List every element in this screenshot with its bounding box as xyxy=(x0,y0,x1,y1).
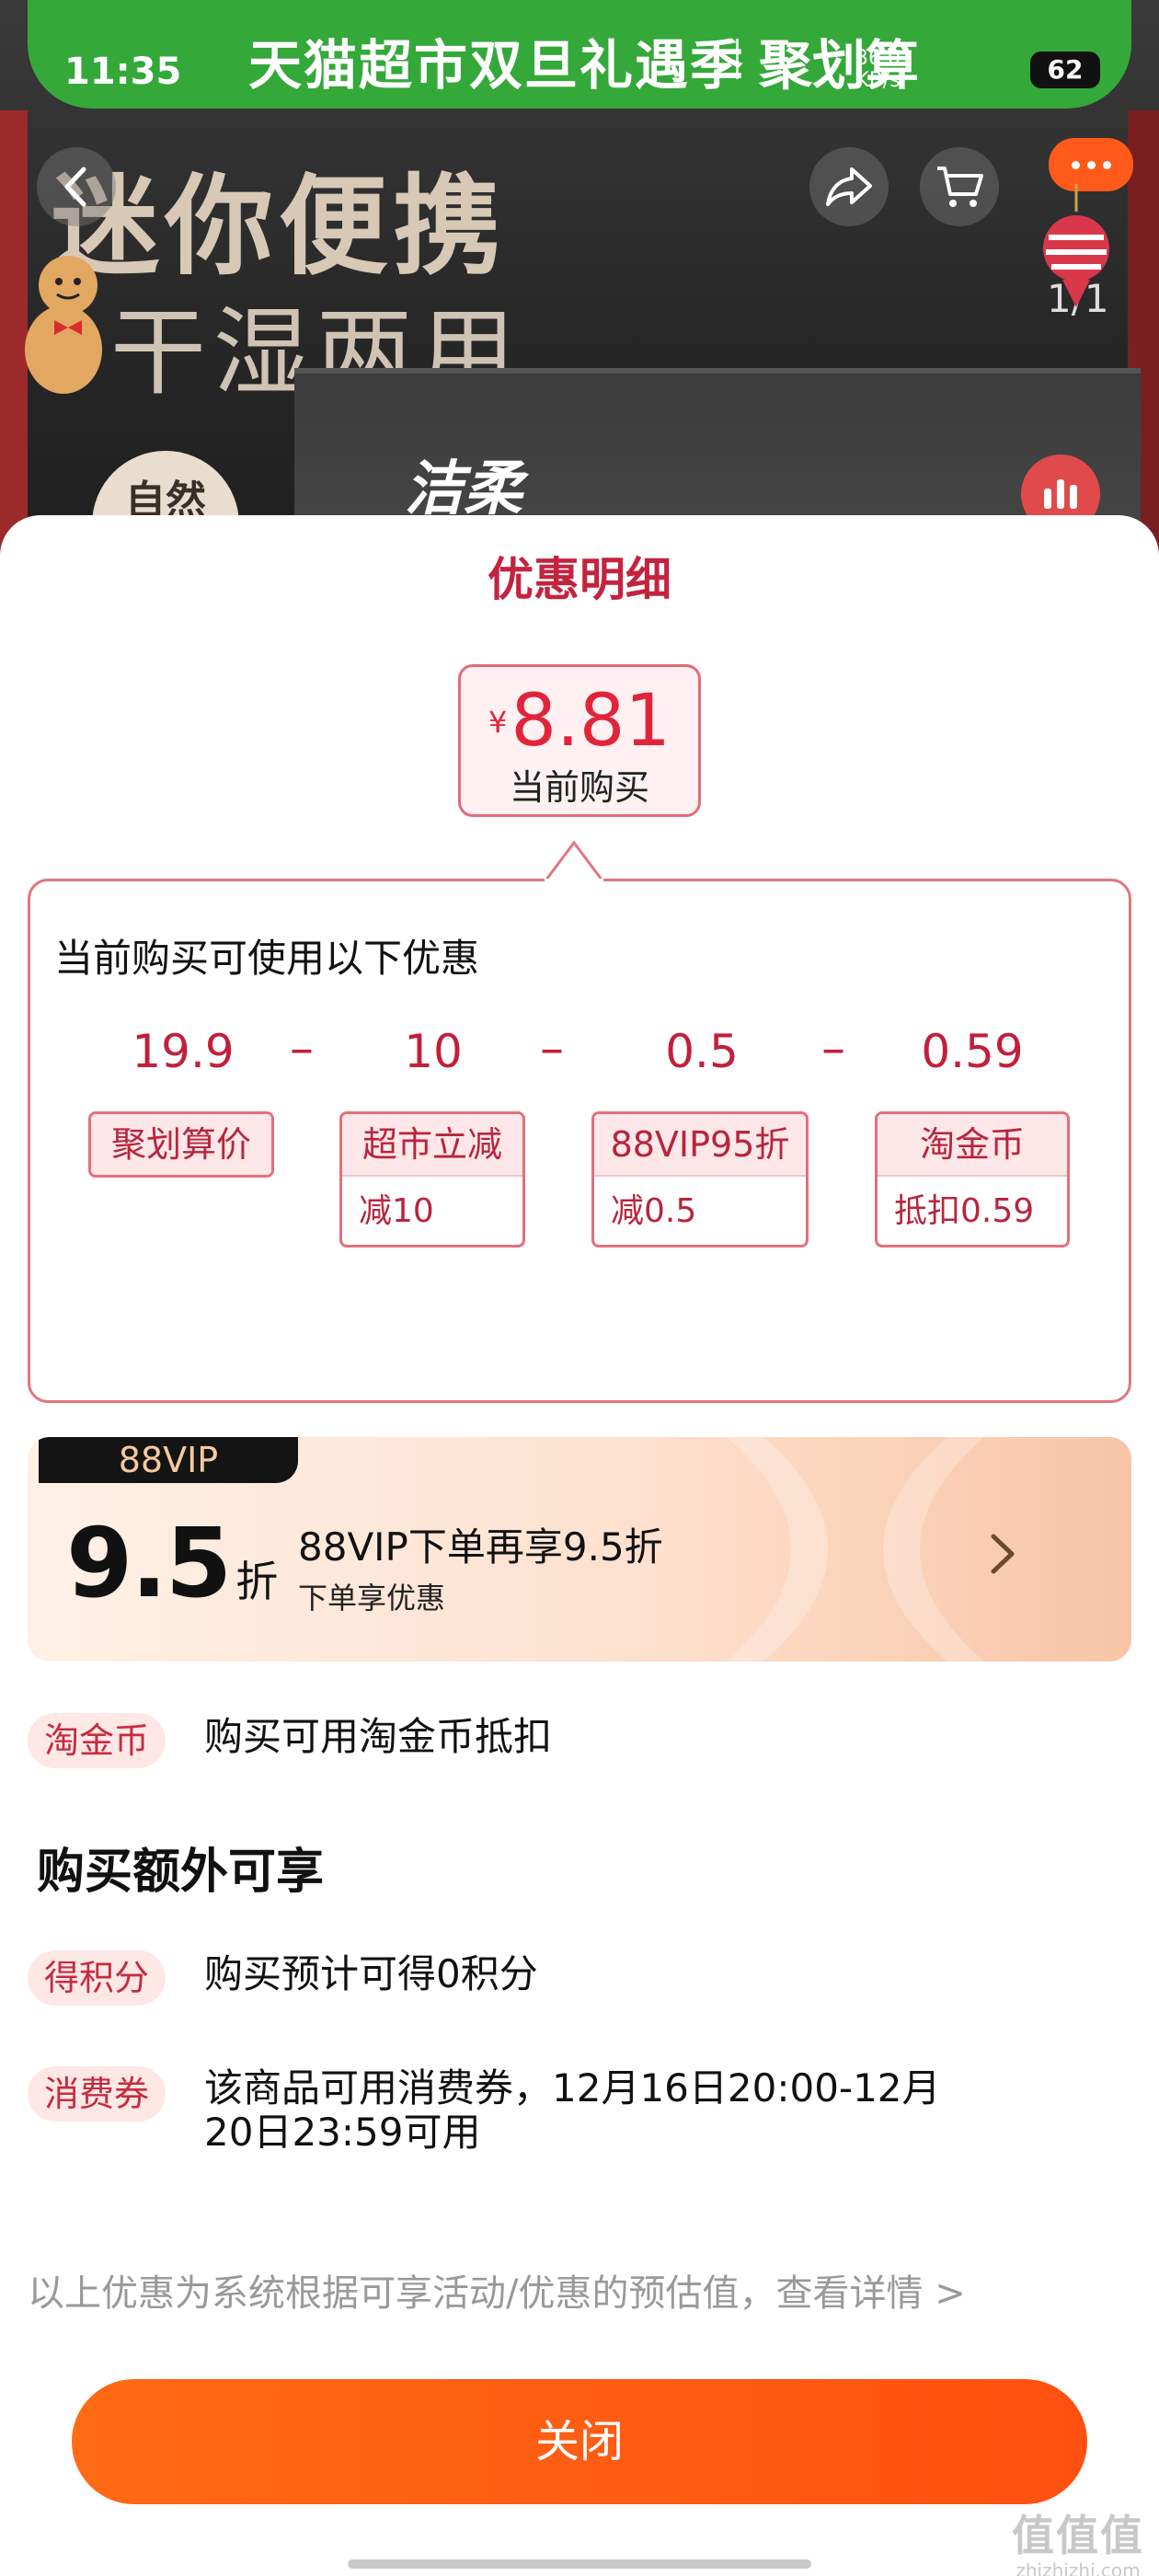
product-hero-title-1: 迷你便携 xyxy=(51,163,508,290)
card-pointer xyxy=(545,840,603,881)
gingerbread-decoration-icon xyxy=(25,256,102,394)
breakdown-tag-sub: 抵扣0.59 xyxy=(878,1175,1067,1245)
vip-discount-value: 9.5 xyxy=(66,1507,232,1619)
voucher-tag: 消费券 xyxy=(28,2066,166,2122)
vip-subtitle: 下单享优惠 xyxy=(298,1581,446,1616)
breakdown-tag-supermarket: 超市立减 减10 xyxy=(339,1111,525,1248)
minus-operator: – xyxy=(290,1021,314,1076)
product-background: 迷你便携 干湿两用 1/1 洁柔 自然 天猫超市双旦礼遇季 聚划算 11:35 … xyxy=(0,0,1159,589)
breakdown-value: 10 xyxy=(404,1025,463,1078)
disclaimer-link[interactable]: 以上优惠为系统根据可享活动/优惠的预估值，查看详情 > xyxy=(28,2263,966,2317)
discount-detail-sheet: 优惠明细 ¥8.81 当前购买 当前购买可使用以下优惠 19.9 – 10 – … xyxy=(0,515,1159,2576)
promo-divider xyxy=(736,39,739,79)
chevron-right-icon xyxy=(991,1534,1015,1574)
voucher-text: 该商品可用消费券，12月16日20:00-12月 20日23:59可用 xyxy=(204,2066,941,2155)
breakdown-tag-88vip: 88VIP95折 减0.5 xyxy=(591,1111,809,1248)
breakdown-tag-label: 淘金币 xyxy=(878,1114,1067,1175)
current-price-box: ¥8.81 当前购买 xyxy=(458,664,701,817)
voucher-text-line-2: 20日23:59可用 xyxy=(204,2110,481,2155)
discount-breakdown-card: 当前购买可使用以下优惠 19.9 – 10 – 0.5 – 0.59 聚划算价 … xyxy=(28,879,1131,1403)
breakdown-value: 0.5 xyxy=(665,1025,739,1078)
vip-title: 88VIP下单再享9.5折 xyxy=(298,1524,663,1570)
watermark-logo: 值值值 xyxy=(1012,2511,1144,2560)
breakdown-value: 0.59 xyxy=(921,1025,1024,1078)
breakdown-tag-sub: 减10 xyxy=(342,1175,522,1245)
watermark-url: zhizhizhi.com xyxy=(1016,2559,1141,2576)
current-price-value: 8.81 xyxy=(511,680,671,763)
breakdown-tag-label: 超市立减 xyxy=(342,1114,522,1175)
breakdown-tag-label: 聚划算价 xyxy=(91,1114,271,1175)
sheet-title: 优惠明细 xyxy=(488,553,671,606)
minus-operator: – xyxy=(540,1021,564,1076)
breakdown-tag-taojinbi: 淘金币 抵扣0.59 xyxy=(875,1111,1070,1248)
breakdown-tag-juhuasuan: 聚划算价 xyxy=(88,1111,274,1178)
home-indicator[interactable] xyxy=(348,2559,811,2569)
taojinbi-tag: 淘金币 xyxy=(28,1713,166,1768)
live-bars-icon xyxy=(1044,479,1077,509)
more-dot-icon xyxy=(1086,160,1096,169)
share-button[interactable] xyxy=(809,147,889,226)
status-time: 11:35 xyxy=(64,51,182,93)
vip-discount: 9.5 折 xyxy=(66,1507,278,1619)
cart-button[interactable] xyxy=(920,147,999,226)
voucher-text-line-1: 该商品可用消费券，12月16日20:00-12月 xyxy=(204,2065,941,2110)
battery-indicator: 62 xyxy=(1030,52,1100,88)
vip-card-decoration xyxy=(727,1437,984,1662)
back-button[interactable] xyxy=(37,147,116,226)
brand-logo: 洁柔 xyxy=(405,455,522,523)
close-button[interactable]: 关闭 xyxy=(72,2379,1087,2504)
points-tag: 得积分 xyxy=(28,1950,166,2006)
status-network-speed: 36.0 KB/s xyxy=(855,48,901,92)
christmas-ornament-icon xyxy=(1043,184,1109,307)
network-speed-unit: KB/s xyxy=(855,69,901,92)
network-speed-value: 36.0 xyxy=(855,47,901,70)
extra-benefits-heading: 购买额外可享 xyxy=(37,1845,325,1900)
cart-icon xyxy=(937,167,983,207)
currency-symbol: ¥ xyxy=(488,705,508,740)
taojinbi-text: 购买可用淘金币抵扣 xyxy=(204,1714,553,1759)
chevron-left-icon xyxy=(64,167,86,207)
breakdown-value: 19.9 xyxy=(132,1025,235,1078)
current-price-label: 当前购买 xyxy=(509,767,649,808)
breakdown-heading: 当前购买可使用以下优惠 xyxy=(54,936,480,981)
more-dot-icon xyxy=(1071,160,1080,169)
vip-badge: 88VIP xyxy=(39,1437,298,1483)
site-watermark: 值值值 zhizhizhi.com xyxy=(1012,2502,1144,2576)
current-price: ¥8.81 xyxy=(461,680,698,763)
minus-operator: – xyxy=(821,1021,845,1076)
share-icon xyxy=(826,167,872,206)
promo-banner-text: 天猫超市双旦礼遇季 xyxy=(248,34,746,97)
points-text: 购买预计可得0积分 xyxy=(204,1951,538,1996)
breakdown-tag-sub: 减0.5 xyxy=(594,1175,806,1245)
vip-discount-unit: 折 xyxy=(235,1557,279,1606)
breakdown-tag-label: 88VIP95折 xyxy=(594,1114,806,1175)
vip-discount-card[interactable]: 88VIP 9.5 折 88VIP下单再享9.5折 下单享优惠 xyxy=(28,1437,1131,1662)
more-dot-icon xyxy=(1102,160,1111,169)
promo-banner[interactable]: 天猫超市双旦礼遇季 聚划算 xyxy=(28,0,1131,109)
